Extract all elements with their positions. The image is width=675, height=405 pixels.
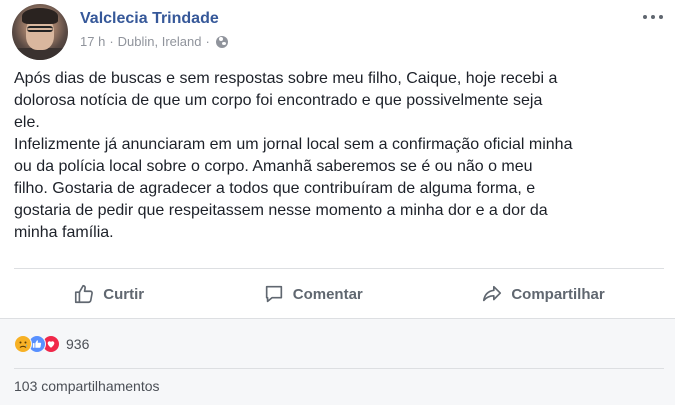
divider [14, 268, 664, 269]
reactions-summary[interactable]: 936 [14, 334, 89, 354]
action-bar: Curtir Comentar Compartilhar [14, 272, 664, 316]
dot [643, 15, 647, 19]
post-location-link[interactable]: Dublin, Ireland [118, 34, 202, 49]
like-label: Curtir [103, 285, 145, 303]
post-paragraph-2: Infelizmente já anunciaram em um jornal … [14, 136, 573, 241]
share-button[interactable]: Compartilhar [481, 283, 605, 305]
avatar-hair [22, 8, 58, 24]
comment-label: Comentar [292, 285, 363, 303]
facebook-post: Valclecia Trindade 17 h · Dublin, Irelan… [0, 0, 675, 405]
post-paragraph-1: Após dias de buscas e sem respostas sobr… [14, 70, 558, 131]
author-name-link[interactable]: Valclecia Trindade [80, 10, 219, 28]
more-options-icon[interactable] [643, 12, 663, 22]
like-button[interactable]: Curtir [73, 283, 144, 305]
meta-separator: · [205, 34, 210, 49]
shares-count-link[interactable]: 103 compartilhamentos [14, 378, 160, 394]
post-meta: 17 h · Dublin, Ireland · [80, 34, 228, 49]
thumbs-up-icon [75, 284, 94, 304]
comment-button[interactable]: Comentar [263, 283, 363, 305]
meta-separator: · [109, 34, 114, 49]
divider [14, 368, 664, 369]
share-label: Compartilhar [511, 285, 605, 303]
post-body: Após dias de buscas e sem respostas sobr… [14, 68, 664, 244]
reaction-count: 936 [66, 336, 90, 352]
post-header: Valclecia Trindade 17 h · Dublin, Irelan… [12, 4, 663, 60]
sad-reaction-icon [14, 335, 32, 353]
dot [651, 15, 655, 19]
dot [659, 15, 663, 19]
globe-icon[interactable] [215, 35, 228, 48]
speech-bubble-icon [265, 285, 282, 303]
post-time-link[interactable]: 17 h [80, 34, 105, 49]
share-arrow-icon [483, 285, 502, 302]
avatar-glasses [27, 26, 53, 32]
author-avatar[interactable] [12, 4, 68, 60]
